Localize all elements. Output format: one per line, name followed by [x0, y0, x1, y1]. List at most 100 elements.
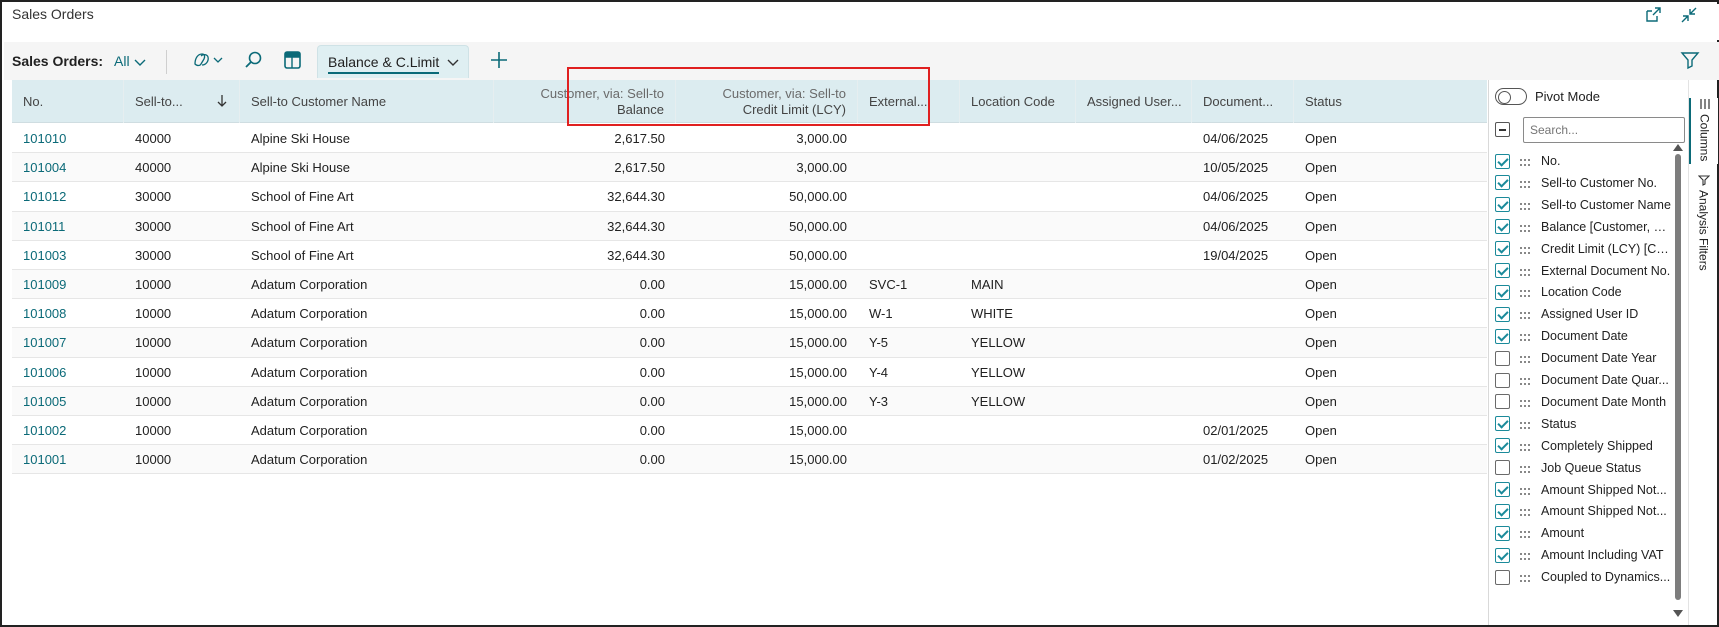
scroll-thumb[interactable]: [1675, 154, 1681, 600]
column-visible-checkbox[interactable]: [1495, 175, 1510, 191]
column-visible-checkbox[interactable]: [1495, 460, 1510, 476]
drag-handle-icon[interactable]: [1520, 156, 1532, 166]
cell-no[interactable]: 101004: [12, 153, 124, 182]
column-visible-checkbox[interactable]: [1495, 219, 1510, 235]
table-row[interactable]: 101006 10000 Adatum Corporation 0.00 15,000.…: [12, 357, 1487, 387]
column-visible-checkbox[interactable]: [1495, 547, 1510, 563]
col-header-location-code[interactable]: Location Code: [960, 80, 1076, 123]
table-row[interactable]: 101005 10000 Adatum Corporation 0.00 15,000.…: [12, 386, 1487, 416]
col-header-status[interactable]: Status: [1294, 80, 1487, 123]
column-list-item[interactable]: Location Code: [1495, 281, 1675, 303]
table-row[interactable]: 101003 30000 School of Fine Art 32,644.30 50…: [12, 240, 1487, 270]
drag-handle-icon[interactable]: [1520, 266, 1532, 276]
table-row[interactable]: 101008 10000 Adatum Corporation 0.00 15,000.…: [12, 299, 1487, 329]
table-row[interactable]: 101010 40000 Alpine Ski House 2,617.50 3,000…: [12, 124, 1487, 154]
column-list-item[interactable]: Document Date Year: [1495, 347, 1675, 369]
column-list-scrollbar[interactable]: [1673, 142, 1683, 622]
table-row[interactable]: 101011 30000 School of Fine Art 32,644.30 50…: [12, 211, 1487, 241]
column-list-item[interactable]: No.: [1495, 150, 1675, 172]
column-list-item[interactable]: Amount Shipped Not...: [1495, 500, 1675, 522]
pivot-mode-toggle[interactable]: Pivot Mode: [1495, 88, 1600, 105]
drag-handle-icon[interactable]: [1520, 244, 1532, 254]
drag-handle-icon[interactable]: [1520, 375, 1532, 385]
open-in-new-window-icon[interactable]: [1644, 6, 1664, 26]
column-search-input[interactable]: [1523, 117, 1685, 143]
drag-handle-icon[interactable]: [1520, 419, 1532, 429]
tab-analysis-filters[interactable]: Analysis Filters: [1689, 174, 1718, 284]
column-visible-checkbox[interactable]: [1495, 328, 1510, 344]
table-row[interactable]: 101002 10000 Adatum Corporation 0.00 15,000.…: [12, 416, 1487, 446]
table-row[interactable]: 101004 40000 Alpine Ski House 2,617.50 3,000…: [12, 153, 1487, 183]
column-list-item[interactable]: Sell-to Customer Name: [1495, 194, 1675, 216]
column-list-item[interactable]: Document Date Month: [1495, 391, 1675, 413]
cell-no[interactable]: 101010: [12, 124, 124, 153]
column-list-item[interactable]: Balance [Customer, vi...: [1495, 216, 1675, 238]
toggle-switch[interactable]: [1495, 88, 1527, 105]
cell-no[interactable]: 101001: [12, 445, 124, 474]
drag-handle-icon[interactable]: [1520, 572, 1532, 583]
cell-no[interactable]: 101007: [12, 328, 124, 357]
column-list-item[interactable]: Amount Shipped Not...: [1495, 479, 1675, 501]
drag-handle-icon[interactable]: [1520, 287, 1532, 298]
drag-handle-icon[interactable]: [1520, 178, 1532, 188]
column-visible-checkbox[interactable]: [1495, 372, 1510, 388]
cell-no[interactable]: 101011: [12, 212, 124, 241]
select-all-checkbox[interactable]: [1495, 122, 1510, 137]
sort-descending-icon[interactable]: [215, 93, 229, 109]
tab-columns[interactable]: Columns: [1689, 98, 1718, 164]
scroll-down-icon[interactable]: [1673, 610, 1683, 617]
cell-no[interactable]: 101003: [12, 241, 124, 270]
column-list-item[interactable]: External Document No.: [1495, 260, 1675, 282]
column-visible-checkbox[interactable]: [1495, 153, 1510, 169]
view-tab-balance-climit[interactable]: Balance & C.Limit: [317, 45, 469, 78]
drag-handle-icon[interactable]: [1520, 309, 1532, 320]
col-header-document-date[interactable]: Document...: [1192, 80, 1294, 123]
drag-handle-icon[interactable]: [1520, 485, 1532, 495]
column-visible-checkbox[interactable]: [1495, 350, 1510, 366]
drag-handle-icon[interactable]: [1520, 397, 1532, 407]
column-list-item[interactable]: Sell-to Customer No.: [1495, 172, 1675, 194]
column-visible-checkbox[interactable]: [1495, 525, 1510, 541]
cell-no[interactable]: 101005: [12, 387, 124, 416]
column-list-item[interactable]: Document Date Quar...: [1495, 369, 1675, 391]
column-visible-checkbox[interactable]: [1495, 438, 1510, 454]
column-visible-checkbox[interactable]: [1495, 394, 1510, 410]
drag-handle-icon[interactable]: [1520, 353, 1532, 364]
column-list-item[interactable]: Amount Including VAT: [1495, 544, 1675, 566]
table-row[interactable]: 101007 10000 Adatum Corporation 0.00 15,000.…: [12, 328, 1487, 358]
collapse-icon[interactable]: [1680, 6, 1700, 26]
column-list-item[interactable]: Status: [1495, 413, 1675, 435]
column-visible-checkbox[interactable]: [1495, 263, 1510, 278]
drag-handle-icon[interactable]: [1520, 463, 1532, 473]
table-row[interactable]: 101012 30000 School of Fine Art 32,644.30 50…: [12, 182, 1487, 212]
column-list-item[interactable]: Job Queue Status: [1495, 457, 1675, 479]
table-row[interactable]: 101001 10000 Adatum Corporation 0.00 15,000.…: [12, 445, 1487, 475]
search-button[interactable]: [243, 49, 269, 73]
column-list-item[interactable]: Coupled to Dynamics...: [1495, 566, 1675, 588]
column-visible-checkbox[interactable]: [1495, 197, 1510, 213]
col-header-no[interactable]: No.: [12, 80, 124, 123]
filter-dropdown[interactable]: All: [114, 53, 147, 69]
column-visible-checkbox[interactable]: [1495, 241, 1510, 257]
column-visible-checkbox[interactable]: [1495, 306, 1510, 322]
drag-handle-icon[interactable]: [1520, 441, 1532, 451]
column-list-item[interactable]: Completely Shipped: [1495, 435, 1675, 457]
drag-handle-icon[interactable]: [1520, 528, 1532, 539]
col-header-customer-name[interactable]: Sell-to Customer Name: [240, 80, 494, 123]
drag-handle-icon[interactable]: [1520, 222, 1532, 232]
cell-no[interactable]: 101012: [12, 182, 124, 211]
column-visible-checkbox[interactable]: [1495, 482, 1510, 497]
drag-handle-icon[interactable]: [1520, 331, 1532, 342]
cell-no[interactable]: 101002: [12, 416, 124, 445]
column-list-item[interactable]: Document Date: [1495, 325, 1675, 347]
col-header-assigned-user[interactable]: Assigned User...: [1076, 80, 1192, 123]
column-visible-checkbox[interactable]: [1495, 569, 1510, 585]
table-row[interactable]: 101009 10000 Adatum Corporation 0.00 15,000.…: [12, 270, 1487, 300]
column-list-item[interactable]: Assigned User ID: [1495, 303, 1675, 325]
drag-handle-icon[interactable]: [1520, 506, 1532, 517]
column-visible-checkbox[interactable]: [1495, 503, 1510, 519]
scroll-up-icon[interactable]: [1673, 144, 1683, 151]
column-visible-checkbox[interactable]: [1495, 284, 1510, 300]
column-visible-checkbox[interactable]: [1495, 416, 1510, 432]
filter-pane-button[interactable]: [1680, 50, 1700, 73]
